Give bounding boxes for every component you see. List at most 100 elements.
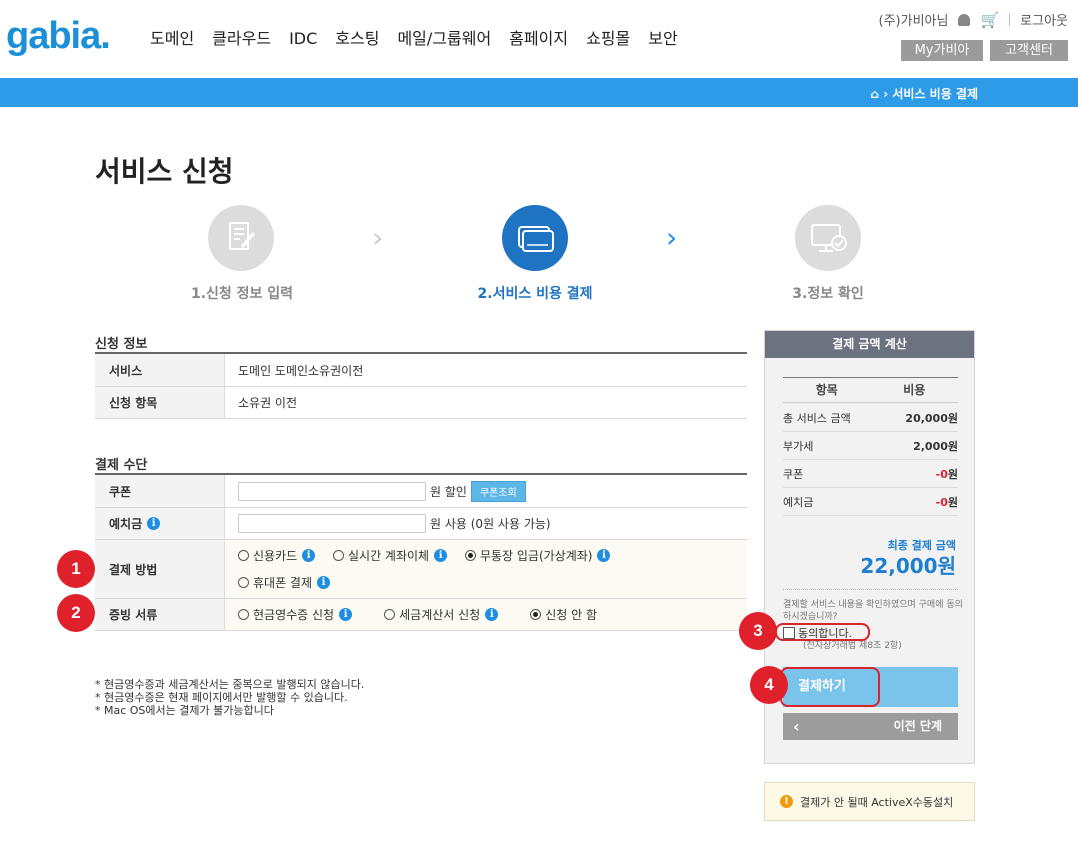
final-amount-value: 22,000원 (860, 554, 956, 578)
chevron-right-icon: › (666, 221, 678, 254)
previous-step-button[interactable]: ‹ 이전 단계 (783, 713, 958, 740)
method-label: 결제 방법 (95, 540, 225, 598)
service-label: 서비스 (95, 354, 225, 386)
coupon-row: 쿠폰 원 할인 쿠폰조회 (95, 475, 747, 508)
radio-icon[interactable] (238, 609, 249, 620)
user-name[interactable]: (주)가비아님 (879, 10, 949, 29)
summary-header: 항목 비용 (783, 377, 958, 403)
deposit-row: 예치금 i 원 사용 (0원 사용 가능) (95, 508, 747, 540)
alert-icon: ! (780, 795, 793, 808)
user-menu: (주)가비아님 🛒 로그아웃 (879, 10, 1068, 30)
step-3-icon (795, 205, 861, 271)
logout-link[interactable]: 로그아웃 (1020, 10, 1068, 29)
col-item: 항목 (815, 383, 838, 397)
nav-hosting[interactable]: 호스팅 (335, 28, 379, 50)
info-icon[interactable]: i (485, 608, 499, 621)
payment-card-icon (518, 226, 554, 252)
summary-title: 결제 금액 계산 (765, 331, 974, 358)
col-cost: 비용 (903, 383, 926, 397)
summary-row: 쿠폰 -0원 (783, 460, 958, 488)
page-title: 서비스 신청 (95, 155, 234, 188)
breadcrumb-current: 서비스 비용 결제 (892, 87, 978, 101)
coupon-lookup-button[interactable]: 쿠폰조회 (470, 480, 526, 502)
radio-icon[interactable] (384, 609, 396, 620)
summary-row: 부가세 2,000원 (783, 432, 958, 460)
method-virtual-account[interactable]: 무통장 입금(가상계좌) i (464, 547, 611, 564)
monitor-check-icon (811, 224, 847, 252)
step-badge-3: 3 (739, 612, 777, 650)
application-info-title: 신청 정보 (95, 337, 148, 352)
activex-install-link[interactable]: ! 결제가 안 될때 ActiveX수동설치 (764, 782, 975, 821)
info-icon[interactable]: i (317, 576, 331, 589)
chevron-left-icon: ‹ (793, 717, 800, 736)
coupon-label: 쿠폰 (95, 475, 225, 507)
divider (1009, 13, 1011, 26)
cart-icon[interactable]: 🛒 (980, 11, 999, 29)
table-row: 신청 항목 소유권 이전 (95, 387, 747, 419)
nav-homepage[interactable]: 홈페이지 (509, 28, 568, 50)
radio-selected-icon[interactable] (464, 550, 476, 561)
step-1-icon (208, 205, 274, 271)
step-3-label: 3.정보 확인 (792, 286, 864, 302)
gabia-logo[interactable]: gabia. (6, 16, 111, 56)
my-gabia-button[interactable]: My가비아 (901, 40, 983, 61)
summary-row: 총 서비스 금액 20,000원 (783, 404, 958, 432)
step-badge-2: 2 (57, 594, 95, 632)
note-line: * 현금영수증은 현재 페이지에서만 발행할 수 있습니다. (95, 691, 348, 704)
radio-icon[interactable] (333, 550, 344, 561)
coupon-input[interactable] (238, 481, 426, 501)
agree-highlight (775, 623, 870, 641)
service-value: 도메인 도메인소유권이전 (238, 363, 364, 378)
nav-mail-groupware[interactable]: 메일/그룹웨어 (397, 28, 491, 50)
main-nav: 도메인 클라우드 IDC 호스팅 메일/그룹웨어 홈페이지 쇼핑몰 보안 (150, 28, 696, 50)
step-2-label: 2.서비스 비용 결제 (477, 286, 593, 302)
deposit-input[interactable] (238, 514, 426, 533)
nav-domain[interactable]: 도메인 (150, 28, 194, 50)
item-label: 신청 항목 (95, 387, 225, 418)
deposit-suffix: 원 사용 (0원 사용 가능) (430, 517, 551, 531)
radio-icon[interactable] (238, 550, 249, 561)
divider (783, 589, 958, 590)
method-credit-card[interactable]: 신용카드 i (238, 547, 316, 564)
item-value: 소유권 이전 (238, 396, 298, 410)
deposit-label: 예치금 (109, 517, 143, 531)
method-mobile[interactable]: 휴대폰 결제 i (238, 574, 331, 591)
receipt-cash[interactable]: 현금영수증 신청 i (238, 606, 353, 623)
notes: * 현금영수증과 세금계산서는 중복으로 발행되지 않습니다. * 현금영수증은… (95, 678, 364, 717)
note-line: * 현금영수증과 세금계산서는 중복으로 발행되지 않습니다. (95, 678, 365, 691)
method-bank-transfer[interactable]: 실시간 계좌이체 i (333, 547, 448, 564)
info-icon[interactable]: i (597, 549, 611, 562)
site-header: gabia. 도메인 클라우드 IDC 호스팅 메일/그룹웨어 홈페이지 쇼핑몰… (0, 0, 1078, 78)
receipt-none[interactable]: 신청 안 함 (530, 606, 597, 623)
chevron-right-icon: › (372, 221, 384, 254)
radio-icon[interactable] (238, 577, 249, 588)
radio-selected-icon[interactable] (530, 609, 542, 620)
receipt-tax-invoice[interactable]: 세금계산서 신청 i (384, 606, 499, 623)
coupon-suffix: 원 할인 (430, 484, 467, 499)
payment-title: 결제 수단 (95, 458, 148, 473)
step-badge-4: 4 (750, 666, 788, 704)
application-info-table: 서비스 도메인 도메인소유권이전 신청 항목 소유권 이전 (95, 352, 747, 419)
info-icon[interactable]: i (302, 549, 316, 562)
nav-idc[interactable]: IDC (289, 28, 317, 50)
info-icon[interactable]: i (434, 549, 448, 562)
support-button[interactable]: 고객센터 (990, 40, 1068, 61)
summary-row: 예치금 -0원 (783, 488, 958, 516)
nav-security[interactable]: 보안 (648, 28, 677, 50)
step-2-icon (502, 205, 568, 271)
home-icon[interactable]: ⌂ (870, 87, 879, 101)
agree-note: 결제할 서비스 내용을 확인하였으며 구매에 동의하시겠습니까? (783, 600, 963, 622)
note-line: * Mac OS에서는 결제가 불가능합니다 (95, 704, 274, 717)
nav-cloud[interactable]: 클라우드 (212, 28, 271, 50)
table-row: 서비스 도메인 도메인소유권이전 (95, 354, 747, 387)
form-edit-icon (229, 222, 256, 250)
payment-table: 쿠폰 원 할인 쿠폰조회 예치금 i 원 사용 (0원 사용 가능) 결제 방법 … (95, 473, 747, 631)
receipt-label: 증빙 서류 (95, 599, 225, 630)
bell-icon[interactable] (958, 13, 971, 26)
info-icon[interactable]: i (339, 608, 353, 621)
step-1-label: 1.신청 정보 입력 (190, 286, 294, 302)
info-icon[interactable]: i (147, 517, 161, 530)
method-row: 결제 방법 신용카드 i 실시간 계좌이체 i 무통장 입금(가상계좌) i 휴대폰 … (95, 540, 747, 599)
nav-shopping-mall[interactable]: 쇼핑몰 (586, 28, 630, 50)
breadcrumb-bar: ⌂ › 서비스 비용 결제 (0, 78, 1078, 107)
